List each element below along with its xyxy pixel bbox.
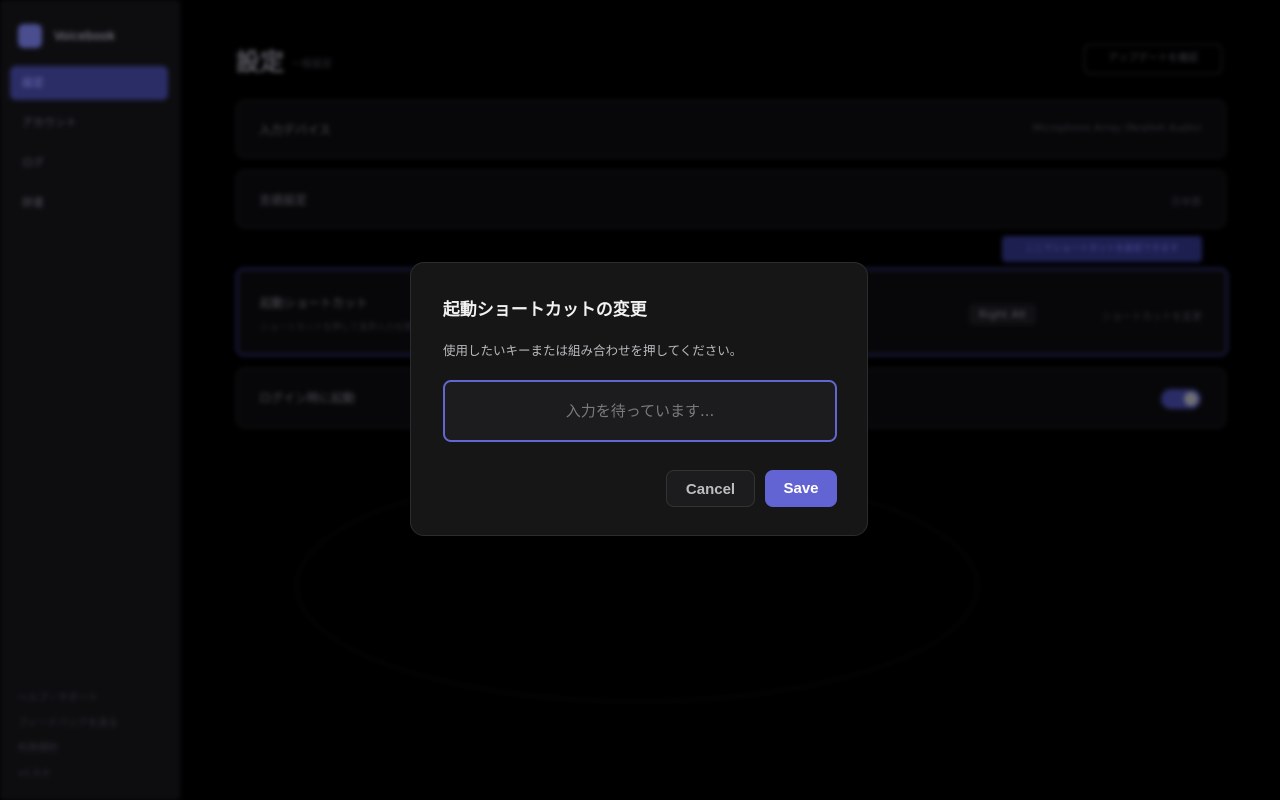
sidebar-footer-feedback[interactable]: フィードバックを送る [18, 711, 118, 736]
shortcut-key-chip: Right Alt [968, 304, 1036, 325]
sidebar: Voicebook 設定 アカウント ログ 辞書 ヘルプ・サポート フィードバッ… [0, 0, 180, 800]
row-label: 入力デバイス [259, 123, 331, 137]
cancel-button[interactable]: Cancel [666, 470, 755, 507]
setting-row-input-device[interactable]: 入力デバイス Microphone Array (Realtek Audio) [236, 100, 1226, 158]
setting-row-language[interactable]: 言語設定 日本語 [236, 170, 1226, 228]
row-label: 起動ショートカット [260, 296, 369, 310]
app-logo-icon [18, 24, 42, 48]
brand: Voicebook [18, 24, 115, 48]
sidebar-footer: ヘルプ・サポート フィードバックを送る 利用規約 v1.0.0 [18, 686, 118, 786]
shortcut-dialog: 起動ショートカットの変更 使用したいキーまたは組み合わせを押してください。 Ca… [410, 262, 868, 536]
sidebar-footer-version: v1.0.0 [18, 768, 50, 779]
sidebar-item-settings[interactable]: 設定 [10, 66, 168, 100]
row-label: ログイン時に起動 [259, 391, 356, 405]
sidebar-footer-help[interactable]: ヘルプ・サポート [18, 686, 118, 711]
brand-name: Voicebook [54, 29, 116, 43]
shortcut-hint-badge: ここでショートカットを設定できます [1002, 236, 1202, 262]
sidebar-item-log[interactable]: ログ [10, 146, 168, 180]
sidebar-item-dictionary[interactable]: 辞書 [10, 186, 168, 220]
sidebar-nav: 設定 アカウント ログ 辞書 [10, 66, 168, 226]
sidebar-item-account[interactable]: アカウント [10, 106, 168, 140]
shortcut-capture-input[interactable] [443, 380, 837, 442]
sidebar-footer-terms[interactable]: 利用規約 [18, 736, 118, 761]
save-button[interactable]: Save [765, 470, 837, 507]
page-subtitle: 一般設定 [292, 59, 332, 70]
startup-toggle[interactable] [1161, 389, 1201, 409]
dialog-title: 起動ショートカットの変更 [443, 300, 647, 320]
row-label: 言語設定 [259, 193, 308, 207]
page-title: 設定 [236, 48, 284, 76]
update-check-button[interactable]: アップデートを確認 [1084, 44, 1222, 74]
change-shortcut-link[interactable]: ショートカットを変更 [1102, 308, 1202, 323]
row-value: Microphone Array (Realtek Audio) [1032, 123, 1201, 134]
row-value: 日本語 [1171, 197, 1201, 208]
dialog-description: 使用したいキーまたは組み合わせを押してください。 [443, 343, 743, 358]
